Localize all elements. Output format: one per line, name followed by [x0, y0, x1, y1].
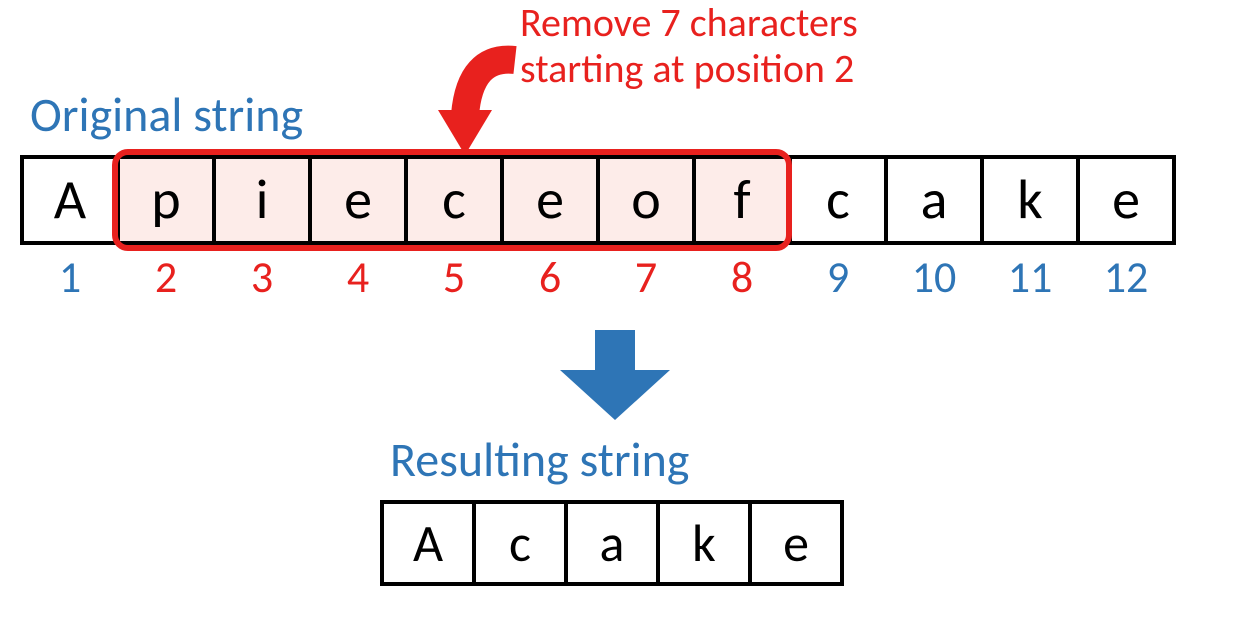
index-cell: 3 — [212, 250, 312, 304]
char-cell: a — [884, 155, 984, 245]
down-arrow-icon — [560, 330, 670, 420]
char-cell: p — [116, 155, 216, 245]
char-cell: A — [20, 155, 120, 245]
char-cell: e — [500, 155, 600, 245]
index-cell: 2 — [116, 250, 216, 304]
result-char-cell: a — [564, 500, 660, 586]
char-cell: c — [788, 155, 888, 245]
index-cell: 11 — [980, 250, 1080, 304]
index-cell: 10 — [884, 250, 984, 304]
index-cell: 7 — [596, 250, 696, 304]
char-cell: k — [980, 155, 1080, 245]
index-row: 123456789101112 — [20, 250, 1176, 304]
result-char-cell: A — [380, 500, 476, 586]
char-cell: e — [1076, 155, 1176, 245]
index-cell: 9 — [788, 250, 888, 304]
char-cell: f — [692, 155, 792, 245]
char-cell: c — [404, 155, 504, 245]
char-cell: i — [212, 155, 312, 245]
annotation-line1: Remove 7 characters — [520, 0, 858, 46]
index-cell: 12 — [1076, 250, 1176, 304]
index-cell: 8 — [692, 250, 792, 304]
result-char-cell: k — [656, 500, 752, 586]
index-cell: 4 — [308, 250, 408, 304]
result-char-cell: e — [748, 500, 844, 586]
resulting-string-row: Acake — [380, 500, 844, 586]
annotation-line2: starting at position 2 — [520, 46, 858, 92]
annotation-text: Remove 7 characters starting at position… — [520, 0, 858, 92]
char-cell: o — [596, 155, 696, 245]
original-string-label: Original string — [30, 85, 303, 144]
index-cell: 1 — [20, 250, 120, 304]
result-char-cell: c — [472, 500, 568, 586]
index-cell: 5 — [404, 250, 504, 304]
original-string-row: Apieceofcake — [20, 155, 1176, 245]
resulting-string-label: Resulting string — [390, 430, 689, 489]
index-cell: 6 — [500, 250, 600, 304]
char-cell: e — [308, 155, 408, 245]
